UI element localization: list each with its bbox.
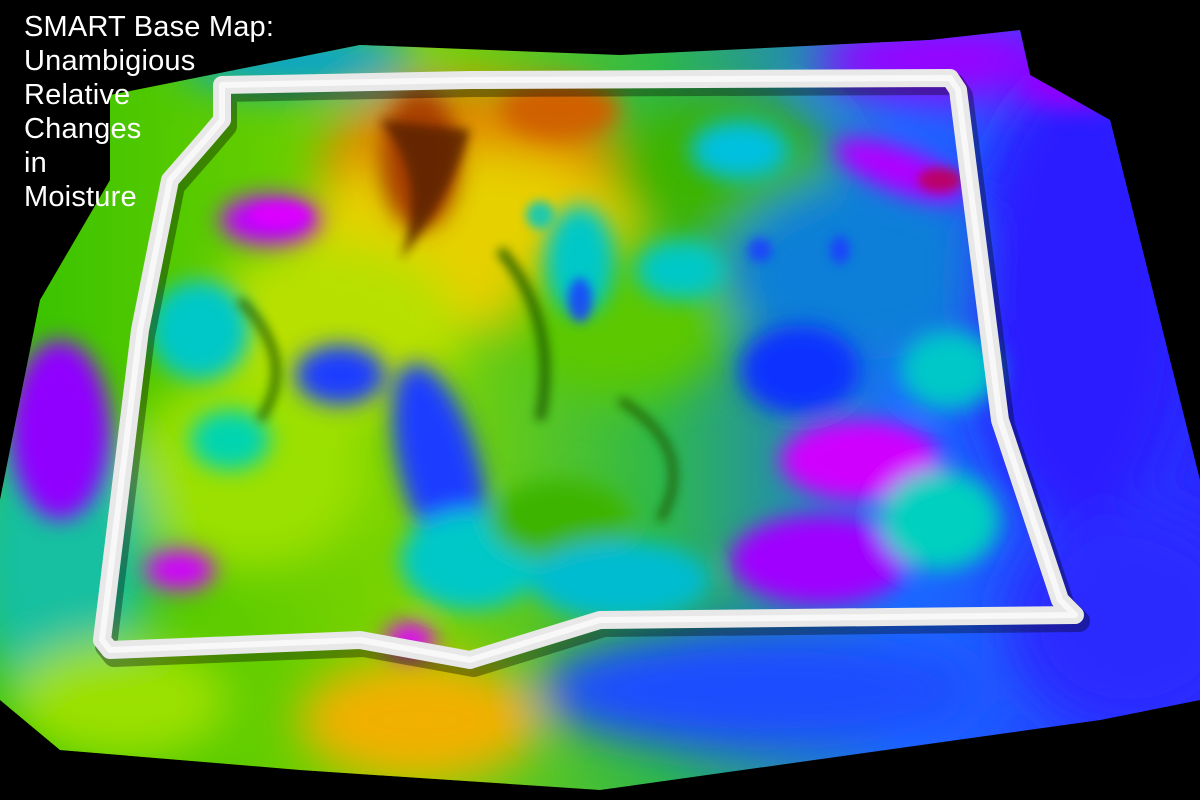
caption-line: in <box>24 147 47 179</box>
caption-line: Unambigious <box>24 45 196 77</box>
caption-line: Changes <box>24 113 142 145</box>
map-stage: SMART Base Map: Unambigious Relative Cha… <box>0 0 1200 800</box>
caption-line: SMART Base Map: <box>24 11 275 43</box>
caption-line: Moisture <box>24 181 137 213</box>
caption-line: Relative <box>24 79 131 111</box>
map-caption: SMART Base Map: Unambigious Relative Cha… <box>24 10 274 214</box>
